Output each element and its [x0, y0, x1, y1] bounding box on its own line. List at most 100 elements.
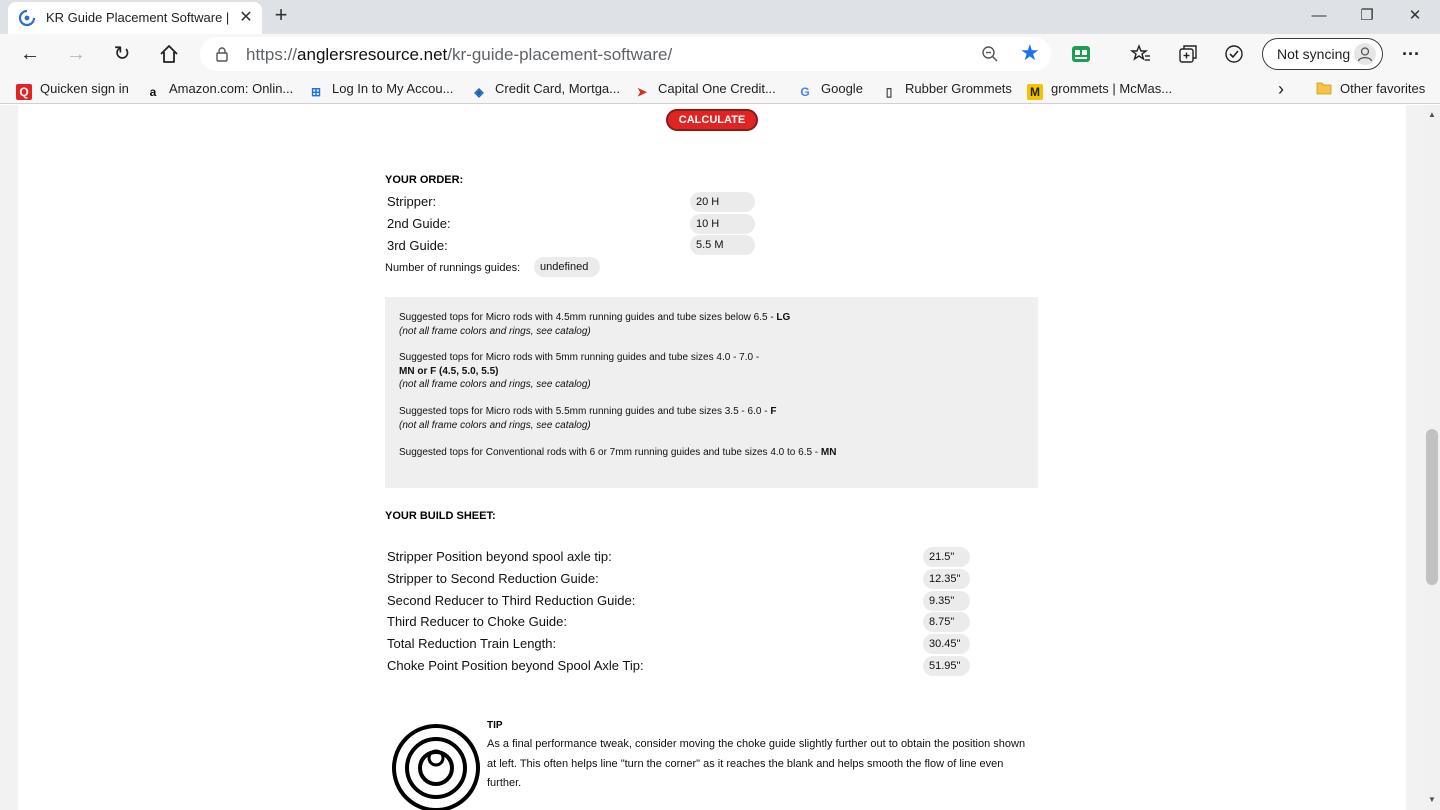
- suggestion-2-text: Suggested tops for Micro rods with 5mm r…: [399, 352, 760, 363]
- refresh-icon[interactable]: ↻: [108, 41, 136, 67]
- amazon-icon: a: [149, 85, 157, 99]
- build-sheet-title: YOUR BUILD SHEET:: [385, 510, 496, 522]
- account-icon: ⊞: [310, 85, 322, 99]
- other-favorites-label: Other favorites: [1340, 81, 1426, 96]
- build-value-third-to-choke: 8.75": [923, 612, 970, 632]
- chase-icon: ◈: [474, 85, 484, 99]
- capital-one-icon: ➤: [636, 85, 648, 99]
- quicken-icon: Q: [16, 84, 32, 100]
- url-host: anglersresource.net: [297, 45, 448, 64]
- browser-toolbar: ← → ↻ https://anglersresource.net/kr-gui…: [0, 34, 1440, 74]
- suggestion-3: Suggested tops for Micro rods with 5.5mm…: [399, 405, 776, 432]
- page-icon: ▯: [885, 85, 893, 99]
- scroll-down-arrow-icon[interactable]: ▼: [1424, 794, 1440, 806]
- sync-label: Not syncing: [1277, 46, 1351, 62]
- profile-avatar-icon: [1354, 43, 1376, 65]
- build-value-stripper-to-second: 12.35": [923, 569, 970, 589]
- order-value-3rd-guide: 5.5 M: [690, 235, 755, 255]
- tip-body: As a final performance tweak, consider m…: [487, 738, 1026, 789]
- browser-essentials-icon[interactable]: [1223, 43, 1245, 65]
- folder-icon: [1316, 82, 1332, 95]
- mcmaster-icon: M: [1027, 84, 1043, 100]
- lock-icon[interactable]: [214, 46, 230, 62]
- close-window-button[interactable]: ✕: [1400, 5, 1430, 27]
- order-value-stripper: 20 H: [690, 192, 755, 212]
- minimize-button[interactable]: —: [1304, 5, 1334, 27]
- profile-sync-button[interactable]: Not syncing: [1262, 38, 1383, 70]
- bookmark-google[interactable]: G Google: [797, 79, 863, 99]
- suggestion-2: Suggested tops for Micro rods with 5mm r…: [399, 351, 759, 392]
- bookmark-label: Rubber Grommets: [905, 81, 1012, 96]
- favorites-icon[interactable]: [1130, 43, 1152, 65]
- google-icon: G: [800, 85, 810, 99]
- tip-title: TIP: [487, 720, 503, 731]
- bookmarks-overflow-chevron-icon[interactable]: ›: [1278, 79, 1284, 99]
- build-value-stripper-position: 21.5": [923, 547, 970, 567]
- guide-rings-diagram: [392, 724, 480, 810]
- running-guides-label: Number of runnings guides:: [385, 262, 521, 274]
- bookmark-chase[interactable]: ◈ Credit Card, Mortga...: [471, 79, 620, 99]
- bookmark-label: Google: [821, 81, 863, 96]
- order-label-stripper: Stripper:: [387, 194, 437, 209]
- build-label-choke-position: Choke Point Position beyond Spool Axle T…: [387, 658, 644, 673]
- other-favorites[interactable]: Other favorites: [1316, 79, 1425, 99]
- build-label-second-to-third: Second Reducer to Third Reduction Guide:: [387, 593, 636, 608]
- page-scrollbar[interactable]: ▲ ▼: [1424, 105, 1440, 810]
- scroll-up-arrow-icon[interactable]: ▲: [1424, 109, 1440, 121]
- build-label-third-to-choke: Third Reducer to Choke Guide:: [387, 614, 567, 629]
- suggestion-1-top: LG: [776, 312, 791, 323]
- calculate-button[interactable]: CALCULATE: [666, 109, 758, 131]
- suggestion-1-note: (not all frame colors and rings, see cat…: [399, 325, 591, 337]
- site-favicon-icon: [18, 9, 36, 27]
- bookmark-label: Quicken sign in: [40, 81, 129, 96]
- suggestion-1: Suggested tops for Micro rods with 4.5mm…: [399, 311, 790, 338]
- new-tab-button[interactable]: +: [270, 4, 292, 27]
- home-icon[interactable]: [158, 43, 180, 65]
- scrollbar-thumb[interactable]: [1426, 429, 1438, 585]
- bookmark-quicken[interactable]: Q Quicken sign in: [16, 79, 129, 100]
- forward-arrow-icon[interactable]: →: [62, 41, 90, 67]
- tab-strip: KR Guide Placement Software | A ✕ + — ❐ …: [0, 0, 1440, 34]
- restore-button[interactable]: ❐: [1352, 5, 1382, 27]
- settings-more-icon[interactable]: ···: [1398, 41, 1424, 67]
- bookmark-rubber-grommets[interactable]: ▯ Rubber Grommets: [881, 79, 1012, 99]
- build-value-second-to-third: 9.35": [923, 591, 970, 611]
- suggestion-1-text: Suggested tops for Micro rods with 4.5mm…: [399, 312, 777, 323]
- extension-icon[interactable]: [1070, 43, 1092, 65]
- favorites-bar: Q Quicken sign in a Amazon.com: Onlin... ⊞…: [0, 74, 1440, 104]
- suggestion-3-text: Suggested tops for Micro rods with 5.5mm…: [399, 406, 771, 417]
- build-value-total-length: 30.45": [923, 634, 970, 654]
- address-bar[interactable]: https://anglersresource.net/kr-guide-pla…: [200, 37, 1051, 71]
- suggestion-3-top: F: [770, 406, 777, 417]
- running-guides-value: undefined: [534, 257, 600, 277]
- suggested-tops-box: Suggested tops for Micro rods with 4.5mm…: [385, 297, 1038, 488]
- order-label-2nd-guide: 2nd Guide:: [387, 216, 451, 231]
- bookmark-mcmaster[interactable]: Mgrommets | McMas...: [1027, 79, 1173, 100]
- suggestion-2-top: MN or F (4.5, 5.0, 5.5): [399, 365, 499, 377]
- suggestion-4-top: MN: [820, 447, 837, 458]
- order-value-2nd-guide: 10 H: [690, 214, 755, 234]
- bookmark-label: Credit Card, Mortga...: [495, 81, 620, 96]
- url-text[interactable]: https://anglersresource.net/kr-guide-pla…: [246, 45, 672, 65]
- tab-active[interactable]: KR Guide Placement Software | A ✕: [8, 2, 262, 34]
- collections-icon[interactable]: [1177, 43, 1199, 65]
- build-value-choke-position: 51.95": [923, 656, 970, 676]
- zoom-out-icon[interactable]: [981, 45, 999, 63]
- tab-close-icon[interactable]: ✕: [236, 8, 256, 28]
- tab-title: KR Guide Placement Software | A: [46, 10, 232, 25]
- url-path: /kr-guide-placement-software/: [447, 45, 673, 64]
- back-arrow-icon[interactable]: ←: [16, 41, 44, 67]
- order-label-3rd-guide: 3rd Guide:: [387, 238, 448, 253]
- bookmark-label: grommets | McMas...: [1051, 81, 1173, 96]
- bookmark-account[interactable]: ⊞ Log In to My Accou...: [308, 79, 453, 99]
- url-prefix: https://: [246, 45, 298, 64]
- suggestion-4: Suggested tops for Conventional rods wit…: [399, 446, 836, 460]
- build-label-stripper-position: Stripper Position beyond spool axle tip:: [387, 549, 612, 564]
- bookmark-amazon[interactable]: a Amazon.com: Onlin...: [145, 79, 294, 99]
- suggestion-3-note: (not all frame colors and rings, see cat…: [399, 419, 591, 431]
- favorite-star-icon[interactable]: ★: [1020, 42, 1040, 64]
- bookmark-capital-one[interactable]: ➤ Capital One Credit...: [634, 79, 776, 99]
- bookmark-label: Log In to My Accou...: [332, 81, 454, 96]
- suggestion-4-text: Suggested tops for Conventional rods wit…: [399, 447, 821, 458]
- bookmark-label: Capital One Credit...: [658, 81, 776, 96]
